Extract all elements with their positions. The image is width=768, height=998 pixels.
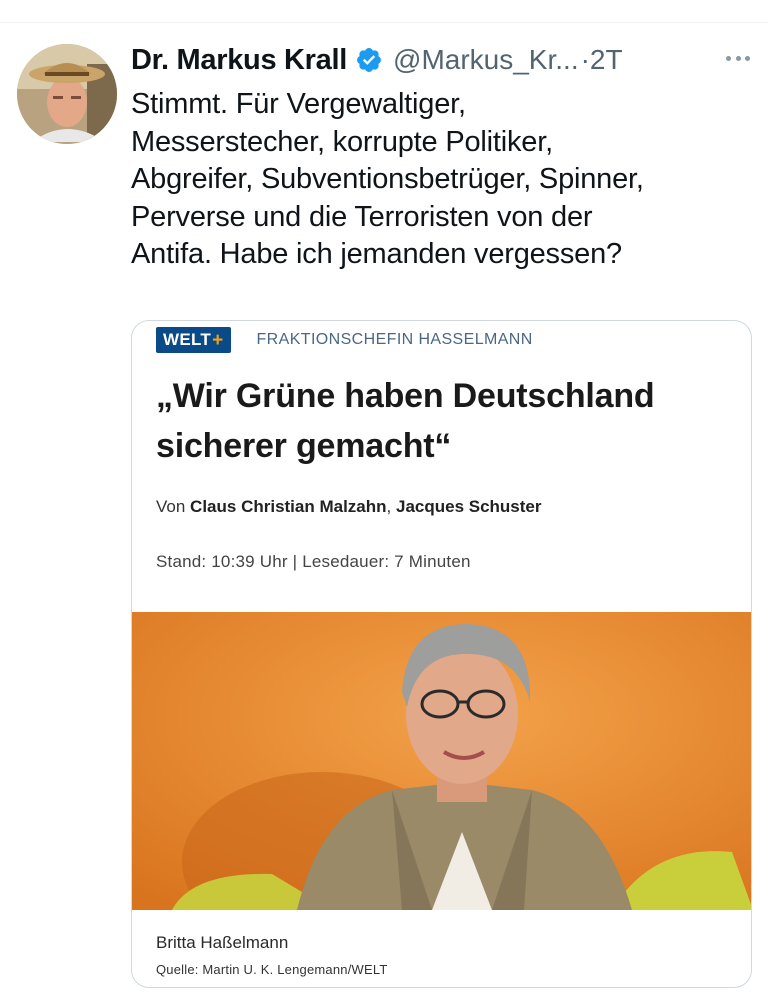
byline-separator: , bbox=[386, 497, 396, 516]
tweet-line: Antifa. Habe ich jemanden vergessen? bbox=[131, 238, 622, 270]
brand-plus: + bbox=[212, 329, 224, 351]
tweet-timestamp[interactable]: ·2T bbox=[581, 44, 623, 76]
more-options-icon[interactable] bbox=[722, 46, 754, 70]
tweet-line: Abgreifer, Subventionsbetrüger, Spinner, bbox=[131, 163, 644, 195]
byline-author: Jacques Schuster bbox=[395, 497, 542, 516]
brand-text: WELT bbox=[163, 330, 212, 349]
photo-source: Quelle: Martin U. K. Lengemann/WELT bbox=[156, 962, 388, 977]
portrait-image bbox=[132, 612, 751, 910]
top-divider bbox=[0, 22, 768, 23]
welt-plus-logo: WELT + bbox=[156, 327, 231, 353]
avatar-image bbox=[17, 44, 117, 144]
headline-line: sicherer gemacht“ bbox=[156, 427, 452, 465]
byline-author: Claus Christian Malzahn bbox=[190, 497, 387, 516]
article-meta: WELT + FRAKTIONSCHEFIN HASSELMANN bbox=[156, 325, 533, 355]
photo-caption: Britta Haßelmann bbox=[156, 933, 289, 952]
profile-avatar[interactable] bbox=[17, 44, 117, 144]
tweet-header: Dr. Markus Krall @Markus_Kr... ·2T bbox=[131, 40, 751, 80]
article-card[interactable]: WELT + FRAKTIONSCHEFIN HASSELMANN „Wir Gr… bbox=[131, 320, 752, 988]
article-kicker: FRAKTIONSCHEFIN HASSELMANN bbox=[256, 331, 533, 348]
tweet-text: Stimmt. Für Vergewaltiger, Messerstecher… bbox=[131, 86, 761, 274]
tweet-line: Perverse und die Terroristen von der bbox=[131, 200, 593, 233]
headline-line: „Wir Grüne haben Deutschland bbox=[156, 377, 655, 415]
article-timestamp: Stand: 10:39 Uhr | Lesedauer: 7 Minuten bbox=[156, 552, 471, 571]
byline-prefix: Von bbox=[156, 497, 191, 516]
verified-badge-icon[interactable] bbox=[355, 46, 383, 74]
article-photo[interactable] bbox=[132, 612, 751, 910]
tweet-line: Messerstecher, korrupte Politiker, bbox=[131, 125, 553, 158]
author-name[interactable]: Dr. Markus Krall bbox=[131, 44, 347, 77]
article-byline: Von Claus Christian Malzahn, Jacques Sch… bbox=[156, 497, 542, 517]
article-headline[interactable]: „Wir Grüne haben Deutschland sicherer ge… bbox=[156, 371, 736, 471]
tweet-line: Stimmt. Für Vergewaltiger, bbox=[131, 88, 466, 120]
author-handle[interactable]: @Markus_Kr... bbox=[393, 44, 579, 76]
